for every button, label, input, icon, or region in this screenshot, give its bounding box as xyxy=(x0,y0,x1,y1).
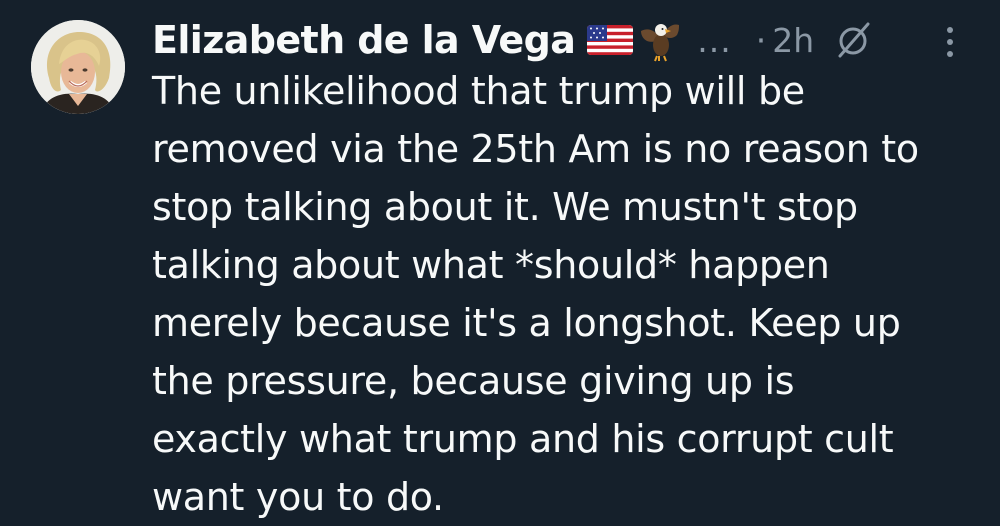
tweet-text-line: removed via the 25th Am is no reason to xyxy=(152,127,919,171)
profile-photo-image xyxy=(31,20,125,114)
tweet-text-line: want you to do. xyxy=(152,475,444,519)
eagle-emoji xyxy=(637,17,683,63)
tweet-text-line: merely because it's a longshot. Keep up xyxy=(152,301,901,345)
separator-dot: · xyxy=(755,20,767,60)
tweet-text-line: stop talking about it. We mustn't stop xyxy=(152,185,858,229)
more-options-icon[interactable] xyxy=(938,22,962,62)
us-flag-emoji xyxy=(587,25,634,55)
tweet-card: Elizabeth de la Vega ... · 2h The unlike… xyxy=(0,0,1000,526)
tweet-text-line: The unlikelihood that trump will be xyxy=(152,69,805,113)
author-name[interactable]: Elizabeth de la Vega xyxy=(152,18,576,62)
avatar[interactable] xyxy=(31,20,125,114)
tweet-text: The unlikelihood that trump will be remo… xyxy=(152,62,982,526)
tweet-text-line: exactly what trump and his corrupt cult xyxy=(152,417,894,461)
truncation-ellipsis: ... xyxy=(697,20,732,60)
grok-icon[interactable] xyxy=(834,20,874,60)
tweet-header: Elizabeth de la Vega ... · 2h xyxy=(152,14,874,66)
timestamp[interactable]: 2h xyxy=(772,21,814,60)
tweet-text-line: talking about what *should* happen xyxy=(152,243,830,287)
tweet-text-line: the pressure, because giving up is xyxy=(152,359,795,403)
